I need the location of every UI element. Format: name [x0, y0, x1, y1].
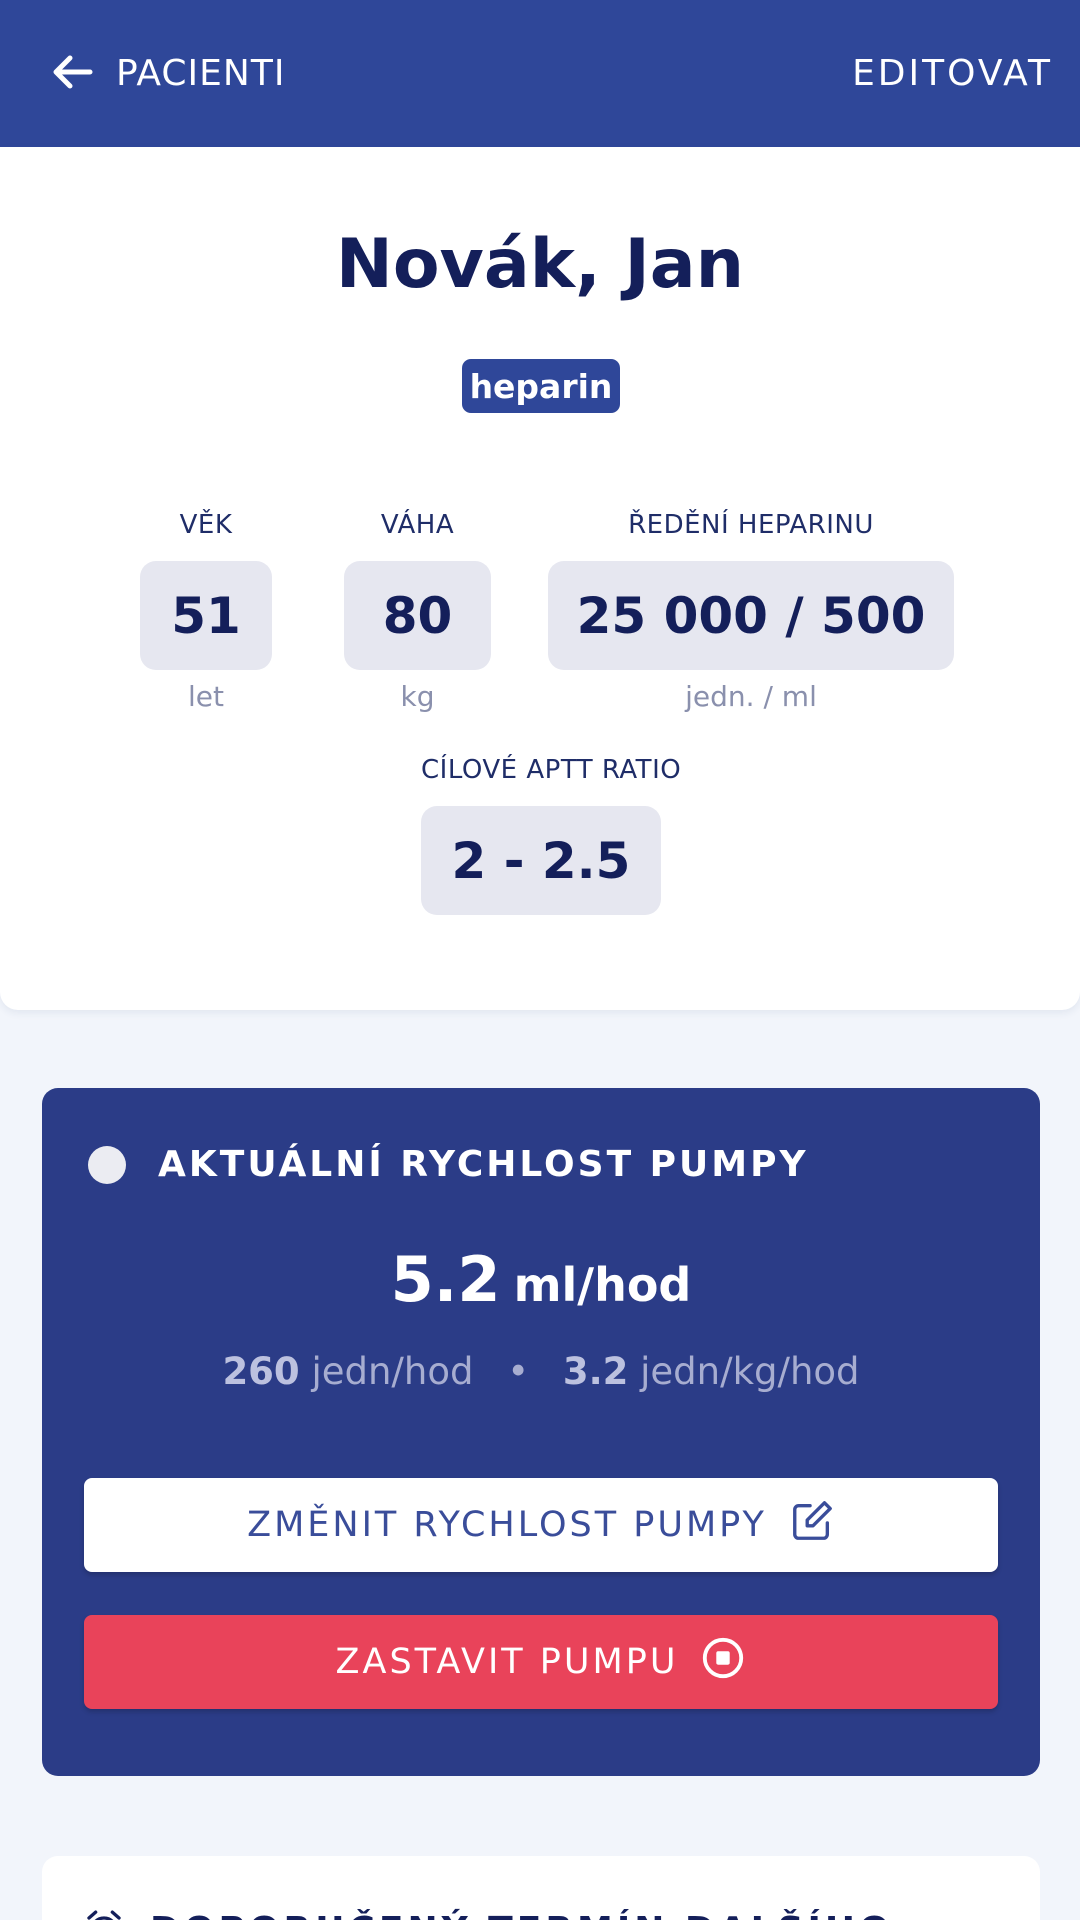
- drug-badge: heparin: [462, 359, 620, 413]
- pump-header: AKTUÁLNÍ RYCHLOST PUMPY: [88, 1144, 809, 1185]
- age-value: 51: [140, 561, 272, 670]
- change-rate-label: ZMĚNIT RYCHLOST PUMPY: [247, 1505, 767, 1545]
- stop-circle-icon: [700, 1635, 746, 1690]
- dilution-label: ŘEDĚNÍ HEPARINU: [628, 510, 874, 540]
- pump-rate: 5.2 ml/hod: [42, 1243, 1040, 1316]
- change-rate-button[interactable]: ZMĚNIT RYCHLOST PUMPY: [84, 1478, 998, 1572]
- aptt-value: 2 - 2.5: [421, 806, 661, 915]
- patient-name: Novák, Jan: [335, 225, 745, 304]
- back-label: PACIENTI: [116, 53, 286, 94]
- weight-value: 80: [344, 561, 491, 670]
- stat-age: VĚK 51 let: [140, 509, 272, 713]
- dilution-value: 25 000 / 500: [548, 561, 954, 670]
- aptt-label: CÍLOVÉ APTT RATIO: [421, 755, 682, 785]
- stop-pump-label: ZASTAVIT PUMPU: [335, 1642, 679, 1682]
- edit-icon: [789, 1498, 835, 1553]
- stat-weight: VÁHA 80 kg: [344, 509, 491, 713]
- units-value: 260: [222, 1350, 300, 1393]
- top-bar: PACIENTI EDITOVAT: [0, 0, 1080, 147]
- age-label: VĚK: [179, 510, 233, 540]
- pump-title: AKTUÁLNÍ RYCHLOST PUMPY: [158, 1144, 809, 1185]
- per-kg-label: jedn/kg/hod: [640, 1350, 860, 1393]
- stat-aptt: CÍLOVÉ APTT RATIO 2 - 2.5: [421, 754, 682, 915]
- dilution-unit: jedn. / ml: [685, 680, 817, 713]
- weight-label: VÁHA: [380, 510, 455, 540]
- edit-button[interactable]: EDITOVAT: [852, 53, 1053, 94]
- patient-card: Novák, Jan heparin VĚK 51 let VÁHA 80 kg…: [0, 147, 1080, 1010]
- weight-unit: kg: [400, 680, 435, 713]
- units-label: jedn/hod: [311, 1350, 474, 1393]
- stop-pump-button[interactable]: ZASTAVIT PUMPU: [84, 1615, 998, 1709]
- stat-dilution: ŘEDĚNÍ HEPARINU 25 000 / 500 jedn. / ml: [548, 509, 954, 713]
- rate-value: 5.2: [390, 1243, 501, 1316]
- arrow-left-icon: [48, 48, 96, 100]
- separator: •: [507, 1350, 530, 1393]
- pump-card: AKTUÁLNÍ RYCHLOST PUMPY 5.2 ml/hod 260 j…: [42, 1088, 1040, 1776]
- next-check-header: DOPORUČENÝ TERMÍN DALŠÍHO: [84, 1908, 894, 1920]
- back-button[interactable]: PACIENTI: [48, 48, 285, 100]
- next-check-title: DOPORUČENÝ TERMÍN DALŠÍHO: [150, 1910, 894, 1920]
- status-dot-icon: [88, 1145, 126, 1184]
- age-unit: let: [188, 680, 224, 713]
- alarm-clock-icon: [84, 1908, 124, 1920]
- rate-unit: ml/hod: [513, 1258, 692, 1312]
- next-check-card: DOPORUČENÝ TERMÍN DALŠÍHO: [42, 1856, 1040, 1920]
- per-kg-value: 3.2: [562, 1350, 629, 1393]
- pump-rate-details: 260 jedn/hod • 3.2 jedn/kg/hod: [42, 1350, 1040, 1393]
